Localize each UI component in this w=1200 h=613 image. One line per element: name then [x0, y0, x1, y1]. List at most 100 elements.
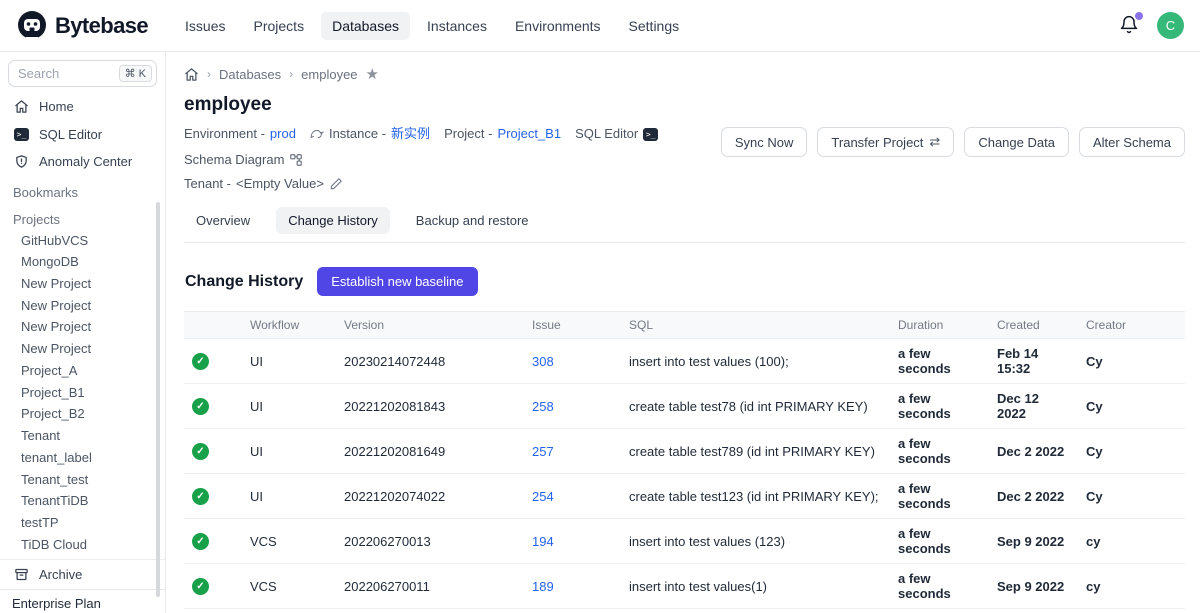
instance-link[interactable]: 新实例: [391, 123, 430, 145]
project-link[interactable]: Project_B1: [497, 123, 561, 145]
status-done-icon: ✓: [192, 353, 209, 370]
issue-link[interactable]: 258: [532, 399, 554, 414]
sidebar-project-new-project-1[interactable]: New Project: [0, 273, 165, 295]
sync-now-button[interactable]: Sync Now: [721, 127, 808, 157]
table-row[interactable]: ✓ VCS 202206270011 189 insert into test …: [184, 564, 1185, 609]
col-version: Version: [336, 312, 524, 339]
establish-baseline-button[interactable]: Establish new baseline: [317, 267, 477, 296]
sidebar-item-label: Archive: [39, 567, 82, 582]
chevron-right-icon: ›: [289, 67, 293, 81]
sidebar-project-project-b2[interactable]: Project_B2: [0, 403, 165, 425]
issue-link[interactable]: 254: [532, 489, 554, 504]
table-row[interactable]: ✓ UI 20221202081649 257 create table tes…: [184, 429, 1185, 474]
sidebar-project-testtp[interactable]: testTP: [0, 512, 165, 534]
search-input[interactable]: Search ⌘ K: [8, 60, 157, 87]
col-duration: Duration: [890, 312, 989, 339]
search-shortcut-keycap: ⌘ K: [119, 65, 152, 82]
issue-link[interactable]: 308: [532, 354, 554, 369]
nav-issues[interactable]: Issues: [174, 12, 236, 40]
issue-link[interactable]: 189: [532, 579, 554, 594]
database-tabs: Overview Change History Backup and resto…: [184, 207, 1185, 243]
tenant-value: <Empty Value>: [236, 173, 324, 195]
sidebar-item-anomaly-center[interactable]: Anomaly Center: [0, 148, 165, 176]
brand-name: Bytebase: [55, 13, 148, 39]
sidebar-project-tenanttidb[interactable]: TenantTiDB: [0, 490, 165, 512]
tab-change-history[interactable]: Change History: [276, 207, 390, 234]
change-history-title: Change History: [185, 273, 303, 291]
sql-editor-link[interactable]: SQL Editor >_: [575, 123, 658, 145]
breadcrumb-databases[interactable]: Databases: [219, 67, 281, 82]
nav-projects[interactable]: Projects: [243, 12, 316, 40]
sidebar-project-githubvcs[interactable]: GitHubVCS: [0, 230, 165, 252]
chevron-right-icon: ›: [207, 67, 211, 81]
sidebar-project-tenant-label[interactable]: tenant_label: [0, 447, 165, 469]
mysql-icon: [310, 127, 324, 141]
sidebar-project-tenant[interactable]: Tenant: [0, 425, 165, 447]
sidebar-item-label: Home: [39, 99, 74, 114]
sidebar-project-new-project-4[interactable]: New Project: [0, 338, 165, 360]
sidebar-project-new-project-2[interactable]: New Project: [0, 295, 165, 317]
bookmarks-section-label: Bookmarks: [0, 176, 165, 203]
sidebar-project-project-a[interactable]: Project_A: [0, 360, 165, 382]
tab-backup-and-restore[interactable]: Backup and restore: [404, 207, 541, 234]
status-done-icon: ✓: [192, 443, 209, 460]
table-row[interactable]: ✓ UI 20230214072448 308 insert into test…: [184, 339, 1185, 384]
table-header-row: Workflow Version Issue SQL Duration Crea…: [184, 312, 1185, 339]
breadcrumb-employee[interactable]: employee: [301, 67, 357, 82]
project-meta: Project - Project_B1: [444, 123, 561, 145]
instance-label: Instance -: [329, 123, 386, 145]
col-created: Created: [989, 312, 1078, 339]
environment-meta: Environment - prod: [184, 123, 296, 145]
plan-label[interactable]: Enterprise Plan: [0, 589, 165, 613]
terminal-icon: >_: [14, 128, 29, 141]
home-icon[interactable]: [184, 67, 199, 82]
col-workflow: Workflow: [242, 312, 336, 339]
nav-environments[interactable]: Environments: [504, 12, 612, 40]
edit-pencil-icon[interactable]: [329, 177, 343, 191]
brand[interactable]: Bytebase: [16, 10, 148, 42]
table-row[interactable]: ✓ VCS 202206270010 188 insert into test …: [184, 609, 1185, 613]
transfer-project-button[interactable]: Transfer Project ⇄: [817, 127, 954, 157]
notification-dot: [1135, 12, 1143, 20]
sidebar-project-tenant-test[interactable]: Tenant_test: [0, 469, 165, 491]
schema-diagram-icon: [289, 153, 303, 167]
tab-overview[interactable]: Overview: [184, 207, 262, 234]
user-avatar[interactable]: C: [1157, 12, 1184, 39]
table-row[interactable]: ✓ UI 20221202081843 258 create table tes…: [184, 384, 1185, 429]
table-row[interactable]: ✓ UI 20221202074022 254 create table tes…: [184, 474, 1185, 519]
environment-label: Environment -: [184, 123, 265, 145]
sidebar-item-home[interactable]: Home: [0, 93, 165, 121]
issue-link[interactable]: 194: [532, 534, 554, 549]
sql-editor-label: SQL Editor: [575, 123, 638, 145]
favorite-star-icon[interactable]: ★: [366, 65, 379, 83]
issue-link[interactable]: 257: [532, 444, 554, 459]
sidebar-item-archive[interactable]: Archive: [0, 559, 165, 589]
archive-icon: [14, 567, 29, 582]
status-done-icon: ✓: [192, 488, 209, 505]
change-data-label: Change Data: [978, 135, 1055, 150]
projects-section-label: Projects: [0, 203, 165, 230]
environment-link[interactable]: prod: [270, 123, 296, 145]
sidebar-project-new-project-3[interactable]: New Project: [0, 316, 165, 338]
change-data-button[interactable]: Change Data: [964, 127, 1069, 157]
database-meta: Environment - prod Instance - 新实例 Projec…: [184, 123, 721, 195]
top-navbar: Bytebase Issues Projects Databases Insta…: [0, 0, 1200, 52]
nav-databases[interactable]: Databases: [321, 12, 410, 40]
main-content: › Databases › employee ★ employee Enviro…: [166, 52, 1200, 613]
col-creator: Creator: [1078, 312, 1185, 339]
sidebar-scrollbar[interactable]: [156, 202, 160, 597]
col-status: [184, 312, 242, 339]
alter-schema-button[interactable]: Alter Schema: [1079, 127, 1185, 157]
sidebar-project-tidb-cloud[interactable]: TiDB Cloud: [0, 534, 165, 556]
table-row[interactable]: ✓ VCS 202206270013 194 insert into test …: [184, 519, 1185, 564]
database-header-row: Environment - prod Instance - 新实例 Projec…: [184, 123, 1185, 195]
sidebar-project-project-b1[interactable]: Project_B1: [0, 382, 165, 404]
sidebar-project-mongodb[interactable]: MongoDB: [0, 251, 165, 273]
schema-diagram-link[interactable]: Schema Diagram: [184, 149, 303, 171]
nav-instances[interactable]: Instances: [416, 12, 498, 40]
page-title: employee: [184, 94, 1185, 116]
nav-settings[interactable]: Settings: [618, 12, 691, 40]
sidebar-item-sql-editor[interactable]: >_ SQL Editor: [0, 120, 165, 148]
col-sql: SQL: [621, 312, 890, 339]
notifications-bell-icon[interactable]: [1119, 15, 1141, 37]
